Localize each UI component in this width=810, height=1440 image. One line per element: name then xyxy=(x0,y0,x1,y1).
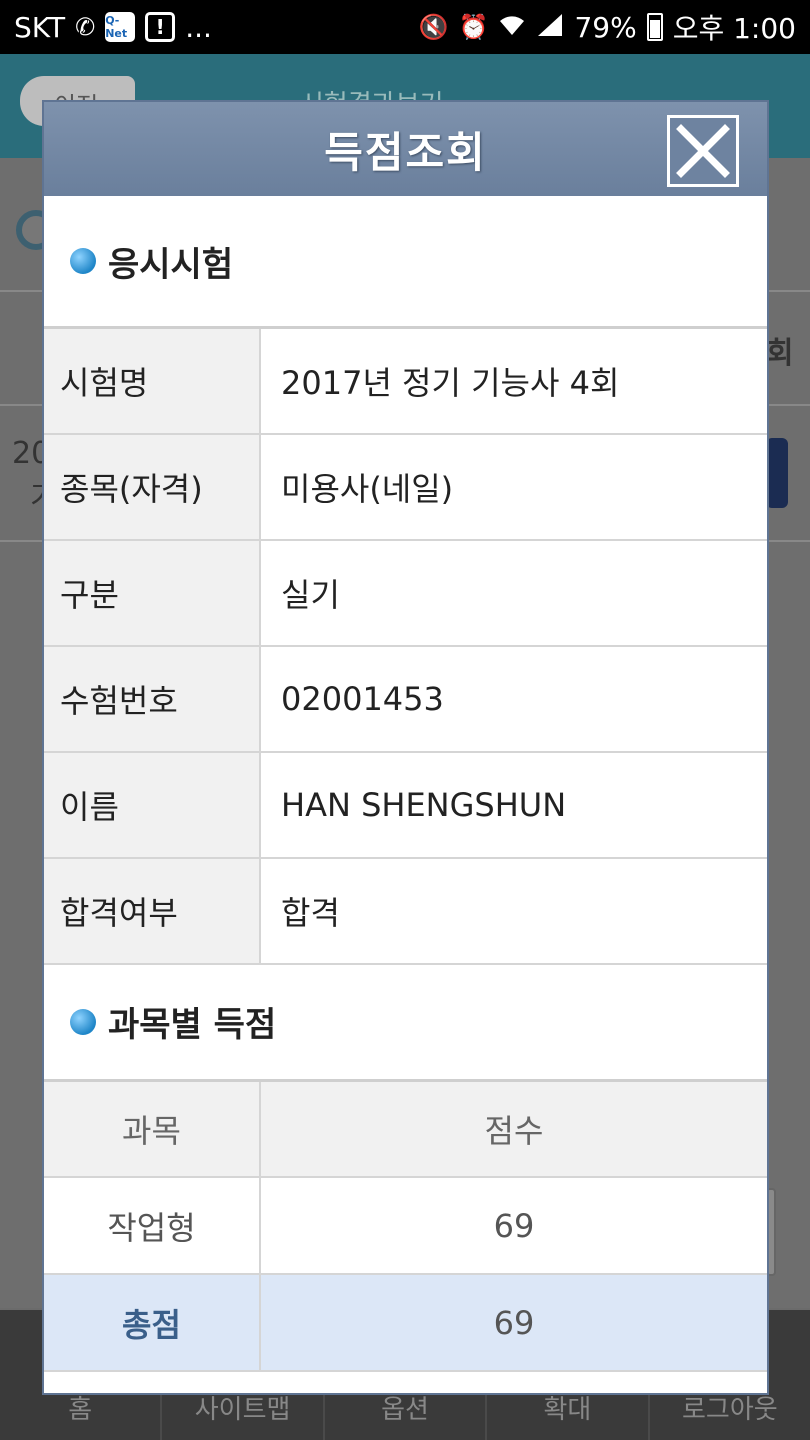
exam-info-table: 시험명 2017년 정기 기능사 4회 종목(자격) 미용사(네일) 구분 실기… xyxy=(44,326,767,965)
wifi-icon xyxy=(498,13,526,41)
alert-icon: ! xyxy=(145,12,176,42)
row-value: 2017년 정기 기능사 4회 xyxy=(259,326,767,435)
status-bar: SKT ✆ Q-Net ! ... 🔇 ⏰ 79% 오후 1:00 xyxy=(0,0,810,54)
row-label: 구분 xyxy=(44,538,261,647)
row-value: 02001453 xyxy=(259,644,767,753)
header-subject: 과목 xyxy=(44,1079,261,1178)
background-result-button[interactable] xyxy=(766,438,788,508)
more-notifications: ... xyxy=(185,10,212,44)
total-label: 총점 xyxy=(44,1273,261,1372)
table-row: 구분 실기 xyxy=(44,538,767,647)
background-header-cell: 회 xyxy=(766,336,794,371)
header-score: 점수 xyxy=(259,1079,767,1178)
carrier-label: SKT xyxy=(14,10,66,44)
table-row: 종목(자격) 미용사(네일) xyxy=(44,432,767,541)
row-label: 종목(자격) xyxy=(44,432,261,541)
bullet-icon xyxy=(70,1008,96,1035)
total-row: 총점 69 xyxy=(44,1273,767,1372)
modal-header: 득점조회 xyxy=(44,102,767,196)
table-row: 합격여부 합격 xyxy=(44,856,767,965)
section-score-title: 과목별 득점 xyxy=(44,965,767,1079)
subject-score: 69 xyxy=(259,1176,767,1275)
row-value: 미용사(네일) xyxy=(259,432,767,541)
score-modal: 득점조회 응시시험 시험명 2017년 정기 기능사 4회 종목(자격) 미용사… xyxy=(42,100,769,1395)
section-label: 응시시험 xyxy=(108,244,234,285)
volte-icon: ✆ xyxy=(75,13,96,41)
row-label: 수험번호 xyxy=(44,644,261,753)
table-row: 시험명 2017년 정기 기능사 4회 xyxy=(44,326,767,435)
mute-icon: 🔇 xyxy=(418,13,449,41)
section-label: 과목별 득점 xyxy=(108,1005,277,1045)
row-value: 실기 xyxy=(259,538,767,647)
status-right: 🔇 ⏰ 79% 오후 1:00 xyxy=(419,7,796,47)
battery-percent: 79% xyxy=(574,10,637,44)
close-icon xyxy=(676,124,730,178)
modal-title: 득점조회 xyxy=(324,127,487,177)
row-value: HAN SHENGSHUN xyxy=(259,750,767,859)
battery-icon xyxy=(646,13,663,41)
row-label: 이름 xyxy=(44,750,261,859)
status-left: SKT ✆ Q-Net ! ... xyxy=(14,11,212,44)
clock: 오후 1:00 xyxy=(672,12,796,45)
table-row: 이름 HAN SHENGSHUN xyxy=(44,750,767,859)
row-label: 시험명 xyxy=(44,326,261,435)
section-exam-title: 응시시험 xyxy=(44,196,767,326)
table-row: 작업형 69 xyxy=(44,1176,767,1275)
bullet-icon xyxy=(70,248,96,274)
total-score: 69 xyxy=(259,1273,767,1372)
alarm-icon: ⏰ xyxy=(458,13,489,41)
table-row: 수험번호 02001453 xyxy=(44,644,767,753)
table-header-row: 과목 점수 xyxy=(44,1079,767,1178)
signal-icon xyxy=(536,12,564,42)
qnet-app-icon: Q-Net xyxy=(105,12,136,42)
score-table: 과목 점수 작업형 69 총점 69 xyxy=(44,1078,767,1372)
close-button[interactable] xyxy=(667,115,739,187)
row-label: 합격여부 xyxy=(44,856,261,965)
row-value: 합격 xyxy=(259,856,767,965)
subject-name: 작업형 xyxy=(44,1176,261,1275)
